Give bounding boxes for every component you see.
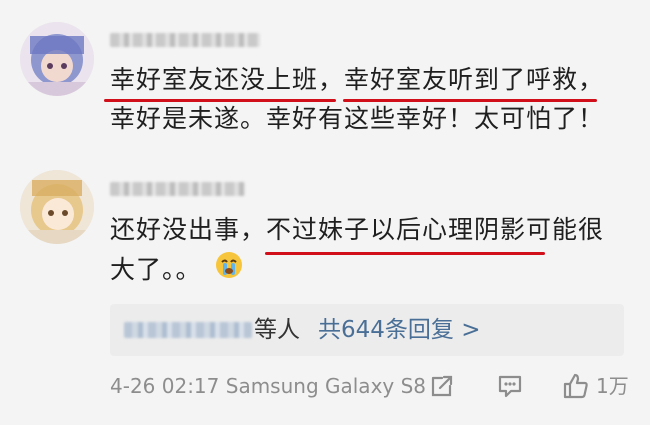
avatar-image <box>20 170 94 244</box>
comment-text-line: 幸好是未遂。幸好有这些幸好！太可怕了！ <box>110 104 605 133</box>
avatar[interactable] <box>20 170 94 244</box>
reply-usernames <box>124 322 252 338</box>
crying-emoji-icon <box>214 250 244 292</box>
highlight-underline <box>104 99 336 102</box>
username[interactable]: ████████ <box>110 182 245 196</box>
comment-item: ████████ 幸好室友还没上班，幸好室友听到了呼救， 幸好是未遂。幸好有这些… <box>0 0 650 170</box>
comment-text-line: 幸好室友还没上班，幸好室友听到了呼救， <box>110 65 605 94</box>
comment-icon[interactable] <box>496 372 524 400</box>
username[interactable]: ████████ <box>110 33 260 47</box>
comment-text-line: 还好没出事，不过妹子以后心理阴影可能很 <box>110 215 605 244</box>
timestamp-device: 4-26 02:17 Samsung Galaxy S8 <box>110 374 427 398</box>
view-replies-link[interactable]: 共644条回复 > <box>318 314 480 346</box>
like-icon[interactable] <box>562 372 590 400</box>
comment-text-line: 大了。。 <box>110 255 202 284</box>
highlight-underline <box>265 252 545 255</box>
reply-suffix: 等人 <box>254 317 300 343</box>
share-icon[interactable] <box>428 372 456 400</box>
highlight-underline <box>343 99 597 102</box>
avatar[interactable] <box>20 22 94 96</box>
comment-footer: 4-26 02:17 Samsung Galaxy S8 1万 <box>110 366 640 406</box>
like-count: 1万 <box>596 374 629 398</box>
comment-text-line-with-emoji: 大了。。 <box>110 250 244 292</box>
replies-box[interactable]: 等人 共644条回复 > <box>110 304 624 356</box>
avatar-image <box>20 22 94 96</box>
